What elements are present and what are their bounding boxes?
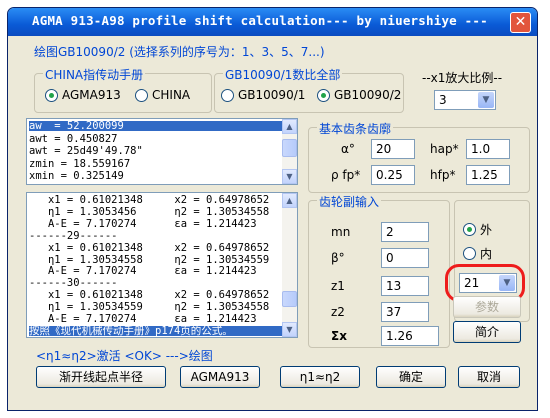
radio-china-label: CHINA xyxy=(152,88,191,102)
radio-agma913[interactable]: AGMA913 xyxy=(45,88,121,102)
close-button[interactable]: ✕ xyxy=(510,12,531,33)
radio-gb10090-2-indicator xyxy=(317,88,330,102)
dialog-window: AGMA 913-A98 profile shift calculation--… xyxy=(7,7,538,411)
result-list-top[interactable]: aw = 52.200099 awt = 0.450827 awt = 25d49'… xyxy=(26,118,298,185)
alpha-input[interactable]: 20 xyxy=(371,139,415,159)
radio-external-label: 外 xyxy=(480,223,493,237)
result-list-bottom[interactable]: x1 = 0.61021348 x2 = 0.64978652 η1 = 1.3… xyxy=(26,192,298,338)
agma913-button[interactable]: AGMA913 xyxy=(180,366,260,388)
radio-gb10090-1-indicator xyxy=(221,88,234,102)
radio-gb10090-1-label: GB10090/1 xyxy=(238,88,306,102)
cancel-button[interactable]: 取消 xyxy=(458,366,520,388)
radio-internal[interactable]: 内 xyxy=(463,245,492,262)
china-group: CHINA指传动手册 AGMA913 CHINA xyxy=(34,66,212,113)
list-item[interactable]: xmin = 0.325149 xyxy=(29,171,283,182)
scroll-thumb[interactable] xyxy=(282,291,297,307)
list-item[interactable]: aw = 52.200099 xyxy=(29,121,283,131)
basic-rack-label: 基本齿条齿廓 xyxy=(317,120,394,137)
hfp-label: hfp* xyxy=(430,168,456,182)
radio-gb10090-2[interactable]: GB10090/2 xyxy=(317,88,401,102)
list-item[interactable]: A-E = 7.170274 εa = 1.214423 xyxy=(29,219,283,230)
gear-input-group: 齿轮副输入 mn 2 β° 0 z1 13 z2 37 Σx 1.26 xyxy=(308,193,450,348)
list-item[interactable]: awt = 25d49'49.78" xyxy=(29,146,283,157)
ok-button[interactable]: 确定 xyxy=(376,366,446,388)
radio-internal-indicator xyxy=(463,247,476,260)
z1-label: z1 xyxy=(331,279,345,293)
scale-value: 3 xyxy=(439,93,447,107)
scroll-up-icon[interactable]: ▲ xyxy=(282,193,297,208)
list-item[interactable]: x1 = 0.61021348 x2 = 0.64978652 xyxy=(29,195,283,206)
beta-input[interactable]: 0 xyxy=(381,248,429,268)
params-button[interactable]: 参数 xyxy=(453,296,521,318)
sigma-x-label: Σx xyxy=(331,329,347,343)
hap-label: hap* xyxy=(430,142,459,156)
eta-button[interactable]: η1≈η2 xyxy=(280,366,360,388)
status-text: <η1≈η2>激活 <OK> --->绘图 xyxy=(36,349,213,363)
radio-internal-label: 内 xyxy=(480,247,493,261)
scroll-down-icon[interactable]: ▼ xyxy=(282,169,297,184)
window-title: AGMA 913-A98 profile shift calculation--… xyxy=(32,13,488,28)
mn-label: mn xyxy=(331,225,351,239)
list-item[interactable]: 按照《现代机械传动手册》p174页的公式。 xyxy=(29,326,283,336)
radio-china-indicator xyxy=(135,88,148,102)
rho-label: ρ fp* xyxy=(331,168,361,182)
hap-input[interactable]: 1.0 xyxy=(466,139,510,159)
scroll-thumb[interactable] xyxy=(282,139,297,157)
beta-label: β° xyxy=(331,251,345,265)
title-bar[interactable]: AGMA 913-A98 profile shift calculation--… xyxy=(8,8,537,36)
scroll-down-icon[interactable]: ▼ xyxy=(282,322,297,337)
header-label: 绘图GB10090/2 (选择系列的序号为：1、3、5、7...) xyxy=(34,45,325,59)
alpha-label: α° xyxy=(341,142,355,156)
z2-input[interactable]: 37 xyxy=(381,302,429,322)
scale-label: --x1放大比例-- xyxy=(422,71,503,85)
radio-gb10090-1[interactable]: GB10090/1 xyxy=(221,88,305,102)
basic-rack-group: 基本齿条齿廓 α° 20 hap* 1.0 ρ fp* 0.25 hfp* 1.… xyxy=(308,120,530,193)
china-group-label: CHINA指传动手册 xyxy=(43,66,146,83)
list-item[interactable]: η1 = 1.3053456 η2 = 1.30534558 xyxy=(29,207,283,218)
list-item[interactable]: η1 = 1.30534559 η2 = 1.30534558 xyxy=(29,302,283,313)
mn-input[interactable]: 2 xyxy=(381,222,429,242)
radio-external-indicator xyxy=(463,223,476,236)
list-item[interactable]: awt = 0.450827 xyxy=(29,133,283,144)
radio-agma913-indicator xyxy=(45,88,58,102)
intro-button[interactable]: 简介 xyxy=(453,321,521,343)
list-item[interactable]: x1 = 0.61021348 x2 = 0.64978652 xyxy=(29,290,283,301)
list-item[interactable]: A-E = 7.170274 εa = 1.214423 xyxy=(29,266,283,277)
gear-input-label: 齿轮副输入 xyxy=(317,193,382,210)
sigma-x-input[interactable]: 1.26 xyxy=(381,326,439,346)
list-item[interactable]: zmin = 18.559167 xyxy=(29,158,283,169)
bottom-list-scrollbar[interactable]: ▲ ▼ xyxy=(282,193,297,337)
list-item[interactable]: x1 = 0.61021348 x2 = 0.64978652 xyxy=(29,242,283,253)
chevron-down-icon[interactable]: ▼ xyxy=(478,92,494,108)
hfp-input[interactable]: 1.25 xyxy=(466,165,510,185)
gb-group: GB10090/1数比全部 GB10090/1 GB10090/2 xyxy=(214,66,404,113)
list-item[interactable]: ------30------ xyxy=(29,278,283,289)
top-list-scrollbar[interactable]: ▲ ▼ xyxy=(282,119,297,184)
list-item[interactable]: ------29------ xyxy=(29,230,283,241)
rho-input[interactable]: 0.25 xyxy=(371,165,415,185)
start-radius-button[interactable]: 渐开线起点半径 xyxy=(36,366,166,388)
radio-china[interactable]: CHINA xyxy=(135,88,190,102)
list-item[interactable]: A-E = 7.170274 εa = 1.214423 xyxy=(29,314,283,325)
z1-input[interactable]: 13 xyxy=(381,276,429,296)
z2-label: z2 xyxy=(331,305,345,319)
scale-select[interactable]: 3 ▼ xyxy=(434,90,496,110)
scroll-up-icon[interactable]: ▲ xyxy=(282,119,297,134)
radio-external[interactable]: 外 xyxy=(463,221,492,238)
radio-agma913-label: AGMA913 xyxy=(62,88,121,102)
gb-group-label: GB10090/1数比全部 xyxy=(223,66,343,83)
radio-gb10090-2-label: GB10090/2 xyxy=(334,88,402,102)
list-item[interactable]: η1 = 1.30534558 η2 = 1.30534559 xyxy=(29,254,283,265)
